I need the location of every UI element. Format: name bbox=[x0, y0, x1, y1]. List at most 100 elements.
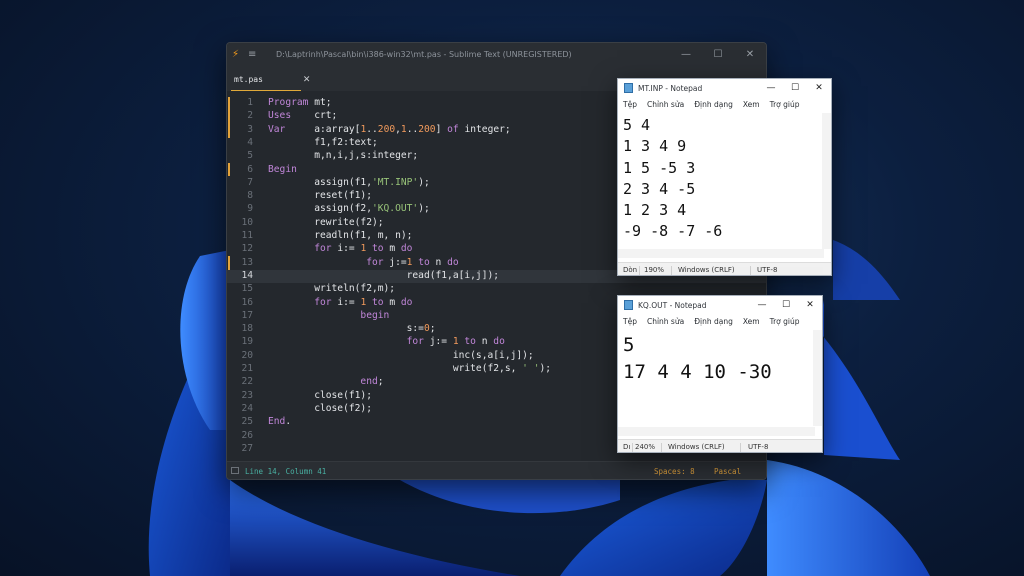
line-number: 3 bbox=[247, 123, 253, 135]
menu-format[interactable]: Định dạng bbox=[694, 317, 733, 326]
code-token: ); bbox=[418, 203, 430, 215]
code-text: close(f2); bbox=[268, 403, 372, 414]
code-text: reset(f1); bbox=[268, 190, 372, 201]
status-separator bbox=[639, 266, 640, 275]
code-token: ] bbox=[435, 123, 448, 135]
code-text: assign(f2,'KQ.OUT'); bbox=[268, 203, 430, 214]
minimize-button[interactable]: — bbox=[670, 49, 702, 60]
line-column-indicator: Dı bbox=[623, 443, 631, 451]
status-separator bbox=[750, 266, 751, 275]
code-token: a: bbox=[314, 123, 326, 135]
code-token: m bbox=[383, 296, 401, 308]
code-token: Begin bbox=[268, 163, 297, 175]
code-text: end; bbox=[268, 376, 383, 388]
maximize-button[interactable]: ☐ bbox=[783, 83, 807, 93]
code-text: f1,f2:text; bbox=[268, 137, 378, 148]
tab-close-icon[interactable]: ✕ bbox=[303, 75, 311, 85]
indentation-setting[interactable]: Spaces: 8 bbox=[654, 467, 695, 476]
sublime-logo-icon: ⚡ bbox=[232, 48, 240, 60]
vertical-scrollbar[interactable] bbox=[813, 330, 822, 426]
status-separator bbox=[661, 443, 662, 452]
line-ending: Windows (CRLF) bbox=[678, 266, 735, 274]
line-number: 10 bbox=[241, 216, 253, 228]
menu-edit[interactable]: Chỉnh sửa bbox=[647, 100, 684, 109]
code-token: j:= bbox=[423, 336, 453, 348]
line-number: 20 bbox=[241, 349, 253, 361]
code-token: to bbox=[418, 256, 430, 268]
code-token: .. bbox=[406, 123, 419, 135]
line-number: 2 bbox=[247, 110, 253, 122]
line-number: 26 bbox=[241, 429, 253, 441]
close-button[interactable]: ✕ bbox=[798, 300, 822, 310]
tab-mt-pas[interactable]: mt.pas ✕ bbox=[231, 69, 310, 91]
syntax-selector[interactable]: Pascal bbox=[714, 467, 741, 476]
line-number: 5 bbox=[247, 150, 253, 162]
code-token: for bbox=[406, 336, 424, 348]
close-button[interactable]: ✕ bbox=[734, 49, 766, 60]
status-bar: Dòn 190% Windows (CRLF) UTF-8 bbox=[618, 262, 831, 275]
maximize-button[interactable]: ☐ bbox=[702, 49, 734, 60]
line-number: 14 bbox=[241, 269, 253, 281]
horizontal-scrollbar[interactable] bbox=[618, 249, 824, 258]
window-title: MT.INP - Notepad bbox=[638, 83, 703, 93]
horizontal-scrollbar[interactable] bbox=[618, 427, 815, 436]
line-number: 21 bbox=[241, 363, 253, 374]
maximize-button[interactable]: ☐ bbox=[774, 300, 798, 310]
status-separator bbox=[632, 443, 633, 452]
code-token: for bbox=[314, 243, 332, 255]
window-title: KQ.OUT - Notepad bbox=[638, 300, 707, 310]
code-text: close(f1); bbox=[268, 390, 372, 401]
code-token: 'MT.INP' bbox=[371, 176, 419, 188]
menu-edit[interactable]: Chỉnh sửa bbox=[647, 317, 684, 326]
code-text: for i:= 1 to m do bbox=[268, 297, 412, 308]
code-text: read(f1,a[i,j]); bbox=[268, 270, 499, 281]
notepad-icon bbox=[624, 83, 633, 93]
menu-file[interactable]: Tệp bbox=[623, 317, 637, 326]
notepad-kq-out-window[interactable]: KQ.OUT - Notepad — ☐ ✕ Tệp Chỉnh sửa Địn… bbox=[617, 295, 823, 453]
code-token: end bbox=[360, 376, 378, 388]
code-token: of bbox=[447, 123, 459, 135]
line-number: 13 bbox=[241, 256, 253, 268]
code-token: close(f1); bbox=[268, 389, 372, 401]
code-token: f1,f2:text; bbox=[268, 136, 378, 148]
text-area[interactable]: 5 17 4 4 10 -30 bbox=[623, 332, 772, 386]
code-text: writeln(f2,m); bbox=[268, 283, 395, 294]
menu-format[interactable]: Định dạng bbox=[694, 100, 733, 109]
code-token: do bbox=[493, 336, 505, 348]
minimize-button[interactable]: — bbox=[759, 83, 783, 93]
menu-view[interactable]: Xem bbox=[743, 100, 760, 109]
code-token: to bbox=[372, 243, 384, 255]
line-number: 4 bbox=[247, 136, 253, 148]
code-token: ); bbox=[539, 363, 552, 374]
minimize-button[interactable]: — bbox=[750, 300, 774, 310]
zoom-level: 190% bbox=[644, 266, 665, 274]
notepad-mt-inp-window[interactable]: MT.INP - Notepad — ☐ ✕ Tệp Chỉnh sửa Địn… bbox=[617, 78, 832, 276]
text-area[interactable]: 5 4 1 3 4 9 1 5 -5 3 2 3 4 -5 1 2 3 4 -9… bbox=[623, 115, 722, 243]
vertical-scrollbar[interactable] bbox=[822, 113, 831, 249]
code-text: m,n,i,j,s:integer; bbox=[268, 150, 418, 161]
menu-help[interactable]: Trợ giúp bbox=[770, 100, 800, 109]
status-bar: Dı 240% Windows (CRLF) UTF-8 bbox=[618, 439, 822, 452]
menu-help[interactable]: Trợ giúp bbox=[770, 317, 800, 326]
hamburger-menu-icon[interactable]: ≡ bbox=[248, 49, 260, 60]
title-bar[interactable]: KQ.OUT - Notepad — ☐ ✕ bbox=[618, 296, 822, 314]
title-bar[interactable]: MT.INP - Notepad — ☐ ✕ bbox=[618, 79, 831, 97]
menu-bar: Tệp Chỉnh sửa Định dạng Xem Trợ giúp bbox=[618, 97, 831, 112]
code-token: reset(f1); bbox=[268, 190, 372, 202]
cursor-position: Line 14, Column 41 bbox=[245, 467, 327, 476]
code-text: for j:= 1 to n do bbox=[268, 336, 505, 347]
title-bar[interactable]: ⚡ ≡ D:\Laptrinh\Pascal\bin\i386-win32\mt… bbox=[227, 43, 766, 65]
panel-toggle-icon[interactable] bbox=[231, 467, 239, 474]
code-token: mt; bbox=[314, 97, 332, 108]
code-token: . bbox=[285, 416, 292, 428]
menu-view[interactable]: Xem bbox=[743, 317, 760, 326]
code-token: inc(s,a[i,j]); bbox=[268, 349, 534, 361]
menu-file[interactable]: Tệp bbox=[623, 100, 637, 109]
close-button[interactable]: ✕ bbox=[807, 83, 831, 93]
code-token: for bbox=[366, 256, 384, 268]
